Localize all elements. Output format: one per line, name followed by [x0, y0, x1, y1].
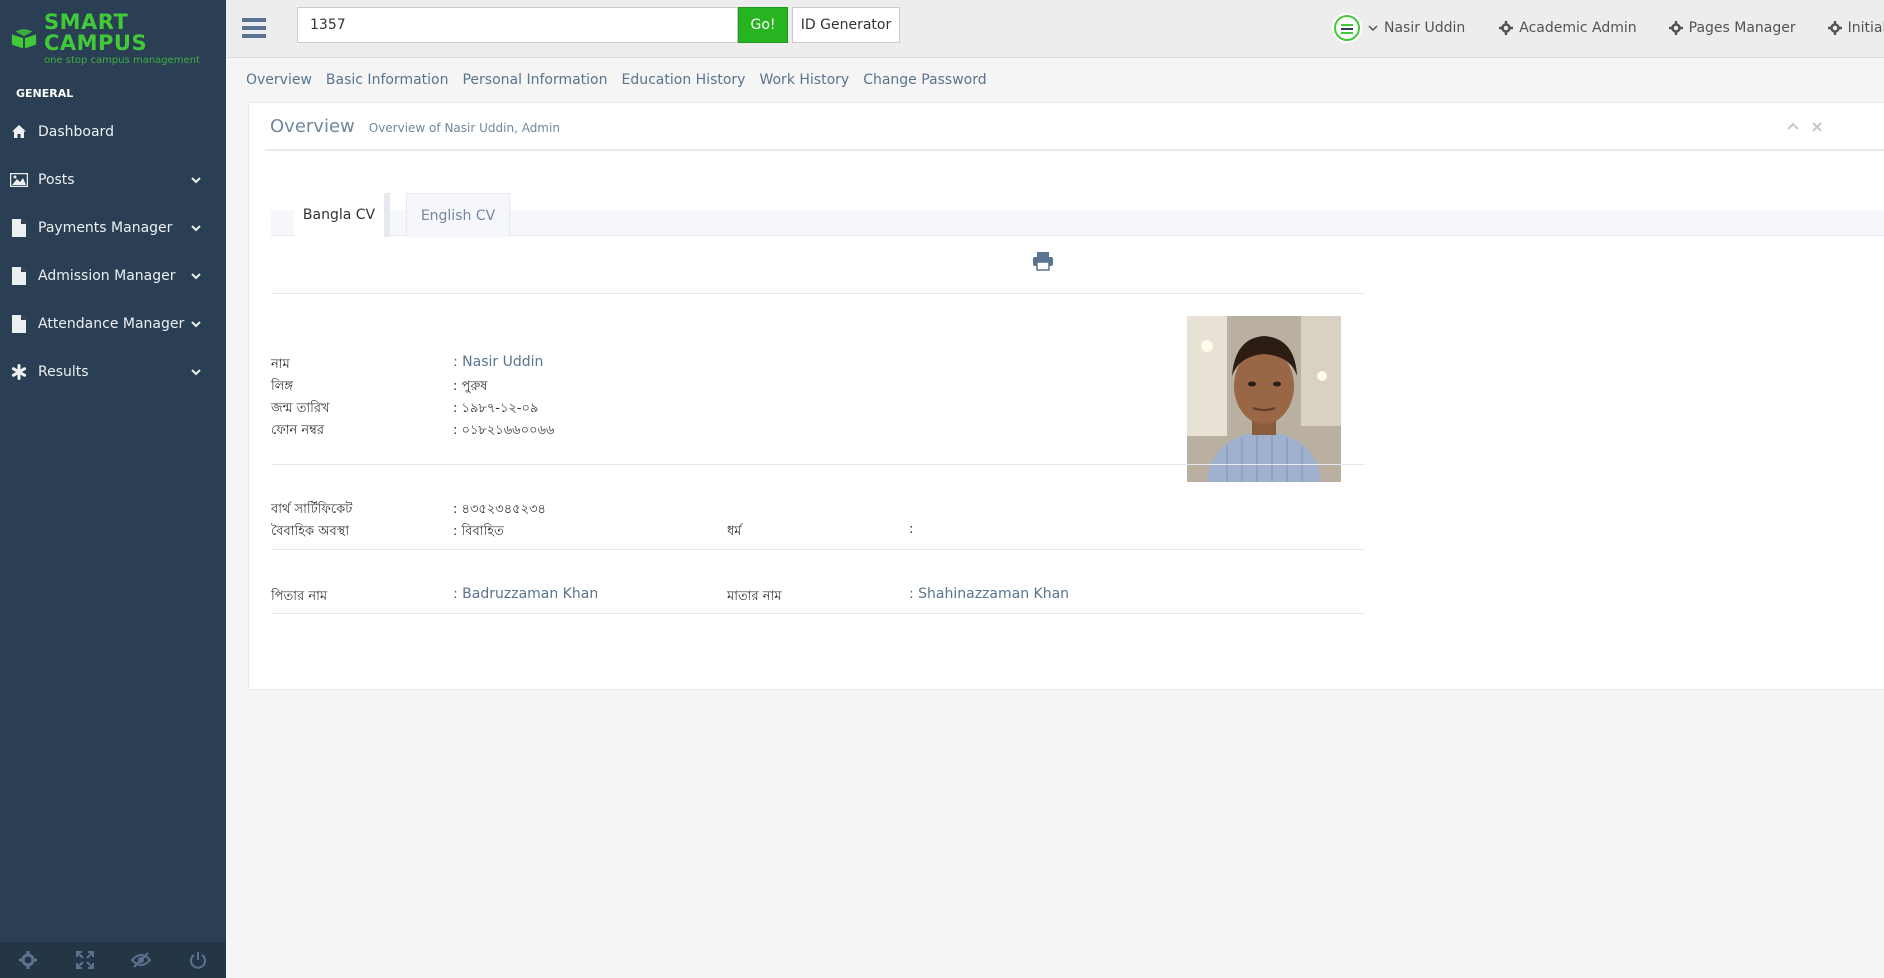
tab-bangla-cv[interactable]: Bangla CV	[294, 193, 390, 237]
chevron-down-icon	[191, 321, 201, 328]
divider	[271, 549, 1365, 550]
menu-section-title: GENERAL	[16, 86, 74, 100]
settings-icon[interactable]	[18, 950, 38, 970]
sidebar-footer	[0, 942, 226, 978]
sidebar-item-label: Admission Manager	[38, 268, 176, 284]
sidebar-item-payments-manager[interactable]: Payments Manager	[0, 204, 226, 252]
subnav-basic-information[interactable]: Basic Information	[326, 72, 449, 88]
marital-status-value: : বিবাহিত	[453, 524, 504, 539]
sidebar-item-results[interactable]: Results	[0, 348, 226, 396]
topbar: Go! ID Generator Nasir Uddin Academic Ad…	[226, 0, 1884, 58]
religion-value: :	[909, 522, 914, 537]
chevron-down-icon	[191, 273, 201, 280]
divider	[271, 293, 1365, 294]
nav-link-label: Pages Manager	[1688, 20, 1796, 36]
phone-label: ফোন নম্বর	[271, 423, 325, 438]
nav-initial-settings[interactable]: Initial Sett	[1827, 20, 1884, 36]
overview-panel: Overview Overview of Nasir Uddin, Admin …	[248, 102, 1884, 690]
sidebar-item-label: Posts	[38, 172, 75, 188]
birth-certificate-value: : ৪৩৫২৩৪৫২৩৪	[453, 502, 546, 517]
mother-name-label: মাতার নাম	[727, 589, 782, 604]
sidebar-item-label: Results	[38, 364, 89, 380]
subnav-work-history[interactable]: Work History	[759, 72, 849, 88]
dob-label: জন্ম তারিখ	[271, 401, 330, 416]
profile-photo	[1187, 316, 1341, 482]
name-label: নাম	[271, 357, 290, 372]
nav-link-label: Academic Admin	[1519, 20, 1637, 36]
subnav-overview[interactable]: Overview	[246, 72, 312, 88]
chevron-down-icon	[191, 369, 201, 376]
search-input[interactable]	[297, 7, 738, 43]
name-value: : Nasir Uddin	[453, 354, 544, 370]
go-button[interactable]: Go!	[738, 7, 788, 43]
chevron-down-icon	[191, 225, 201, 232]
chevron-down-icon	[1368, 25, 1378, 32]
file-icon	[10, 315, 28, 333]
divider	[271, 613, 1365, 614]
power-icon[interactable]	[188, 950, 208, 970]
user-menu[interactable]: Nasir Uddin	[1332, 13, 1465, 43]
user-name: Nasir Uddin	[1384, 20, 1466, 36]
father-name-label: পিতার নাম	[271, 589, 328, 604]
sidebar-item-admission-manager[interactable]: Admission Manager	[0, 252, 226, 300]
file-icon	[10, 267, 28, 285]
top-nav: Nasir Uddin Academic Admin Pages Manager…	[1332, 0, 1884, 56]
gender-label: লিঙ্গ	[271, 379, 294, 394]
gear-icon	[1499, 21, 1514, 35]
panel-subtitle: Overview of Nasir Uddin, Admin	[368, 121, 560, 135]
brand-subtitle: one stop campus management	[43, 55, 200, 66]
panel-title: Overview	[270, 115, 355, 137]
chevron-down-icon	[191, 177, 201, 184]
sidebar: SMART CAMPUS one stop campus management …	[0, 0, 226, 978]
file-icon	[10, 219, 28, 237]
sidebar-item-dashboard[interactable]: Dashboard	[0, 108, 226, 156]
religion-label: ধর্ম	[727, 524, 742, 539]
mother-name-value: : Shahinazzaman Khan	[909, 586, 1070, 602]
sidebar-item-label: Payments Manager	[38, 220, 173, 236]
asterisk-icon	[10, 363, 28, 381]
tab-english-cv[interactable]: English CV	[406, 193, 510, 237]
nav-academic-admin[interactable]: Academic Admin	[1499, 20, 1637, 36]
image-icon	[10, 171, 28, 189]
id-generator-button[interactable]: ID Generator	[792, 7, 900, 43]
brand-title: SMART CAMPUS	[43, 10, 148, 55]
sidebar-item-label: Attendance Manager	[38, 316, 185, 332]
panel-header: Overview Overview of Nasir Uddin, Admin	[265, 103, 1884, 151]
brand-logo[interactable]: SMART CAMPUS one stop campus management	[0, 0, 226, 78]
tabs-bar	[271, 210, 1884, 236]
home-icon	[10, 123, 28, 141]
father-name-value: : Badruzzaman Khan	[453, 586, 599, 602]
profile-subnav: Overview Basic Information Personal Info…	[246, 58, 987, 102]
sidebar-item-attendance-manager[interactable]: Attendance Manager	[0, 300, 226, 348]
gear-icon	[1827, 21, 1842, 35]
eye-slash-icon[interactable]	[131, 950, 152, 970]
dob-value: : ১৯৮৭-১২-০৯	[453, 401, 539, 416]
gender-value: : পুরুষ	[453, 379, 488, 394]
subnav-change-password[interactable]: Change Password	[863, 72, 986, 88]
avatar	[1332, 13, 1362, 43]
sidebar-item-posts[interactable]: Posts	[0, 156, 226, 204]
phone-value: : ০১৮২১৬৬০০৬৬	[453, 423, 555, 438]
marital-status-label: বৈবাহিক অবস্থা	[271, 524, 350, 539]
close-icon[interactable]	[1811, 121, 1823, 133]
book-logo-icon	[11, 29, 37, 49]
nav-link-label: Initial Sett	[1847, 20, 1884, 36]
subnav-education-history[interactable]: Education History	[622, 72, 746, 88]
print-icon[interactable]	[1032, 251, 1054, 271]
fullscreen-icon[interactable]	[75, 950, 95, 970]
subnav-personal-information[interactable]: Personal Information	[462, 72, 607, 88]
nav-pages-manager[interactable]: Pages Manager	[1668, 20, 1796, 36]
birth-certificate-label: বার্থ সার্টিফিকেট	[271, 502, 353, 517]
collapse-icon[interactable]	[1787, 121, 1799, 133]
panel-tools	[1787, 121, 1823, 133]
sidebar-item-label: Dashboard	[38, 124, 114, 140]
gear-icon	[1668, 21, 1683, 35]
divider	[271, 464, 1365, 465]
menu-toggle-icon[interactable]	[242, 15, 268, 41]
